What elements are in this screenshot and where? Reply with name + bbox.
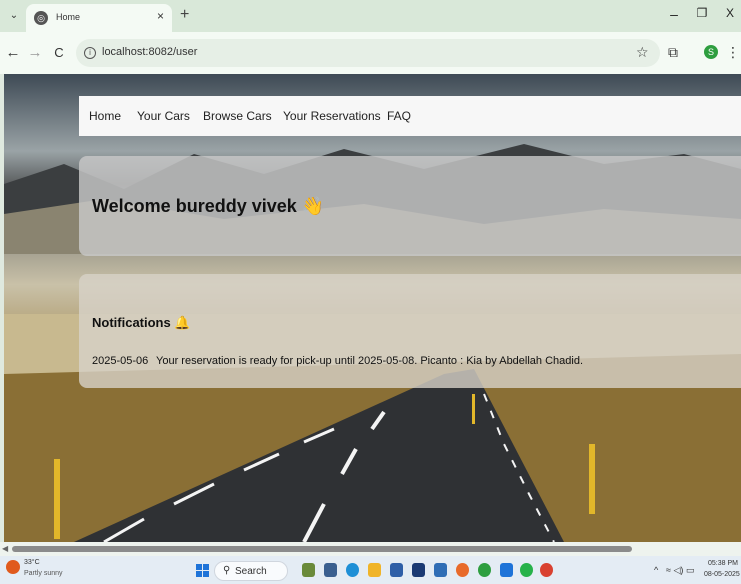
folder-icon[interactable] [368,563,381,577]
extensions-icon[interactable]: ⧉ [668,44,678,61]
tab-close-icon[interactable]: × [157,9,164,23]
edge-icon[interactable] [346,563,359,577]
reload-button[interactable]: C [50,44,68,62]
nav-faq[interactable]: FAQ [387,109,411,123]
clock-time[interactable]: 05:38 PM [708,560,738,567]
notifications-heading: Notifications 🔔 [92,315,191,330]
address-bar-row: ← → C i localhost:8082/user [0,32,741,74]
horizontal-scrollbar[interactable]: ◀ [0,542,741,556]
notification-message: Your reservation is ready for pick-up un… [156,355,584,367]
tray-overflow-icon[interactable]: ^ [654,565,658,575]
globe-icon: ◎ [34,11,48,25]
chrome-profile-icon[interactable] [478,563,491,577]
url-text[interactable]: localhost:8082/user [102,46,197,58]
forward-button[interactable]: → [26,44,44,62]
welcome-card: Welcome bureddy vivek 👋 [79,156,741,256]
amazon-icon[interactable] [434,563,447,577]
app-icon[interactable] [500,563,513,577]
tray-wifi-volume-icon[interactable]: ≈ ◁) ▭ [666,565,694,576]
browser-menu-icon[interactable]: ⋮ [726,44,740,61]
weather-icon[interactable] [6,560,20,574]
close-window-button[interactable]: X [720,6,740,20]
nav-your-cars[interactable]: Your Cars [137,109,190,123]
back-button[interactable]: ← [4,44,22,62]
bookmark-star-icon[interactable]: ☆ [636,44,649,61]
search-label: Search [235,566,267,577]
tab-search-dropdown-icon[interactable]: ⌄ [6,8,22,24]
restore-button[interactable]: ❐ [692,6,712,20]
scroll-left-arrow-icon[interactable]: ◀ [2,544,8,553]
tab-strip: ⌄ ◎ Home × + – ❐ X [0,0,741,32]
taskbar-search[interactable]: ⚲ Search [214,561,288,581]
taskview-icon[interactable] [324,563,337,577]
firefox-icon[interactable] [456,563,469,577]
notifications-card: Notifications 🔔 2025-05-06 Your reservat… [79,274,741,388]
store-icon[interactable] [390,563,403,577]
nav-home[interactable]: Home [89,109,121,123]
url-field[interactable]: i localhost:8082/user [76,39,660,67]
windows-start-icon[interactable] [196,564,210,578]
search-icon: ⚲ [223,565,231,576]
nav-your-reservations[interactable]: Your Reservations [283,109,381,123]
minimize-button[interactable]: – [664,6,684,22]
chrome-icon[interactable] [540,563,553,577]
weather-description[interactable]: Partly sunny [24,570,63,577]
top-navbar: Home Your Cars Browse Cars Your Reservat… [79,96,741,136]
file-explorer-icon[interactable] [302,563,315,577]
notification-date: 2025-05-06 [92,355,149,367]
nav-browse-cars[interactable]: Browse Cars [203,109,272,123]
os-taskbar: 33°C Partly sunny ⚲ Search ^ ≈ ◁) ▭ 05:3… [0,556,741,584]
scrollbar-thumb[interactable] [12,546,632,552]
dropbox-icon[interactable] [412,563,425,577]
new-tab-button[interactable]: + [180,6,189,24]
weather-temperature[interactable]: 33°C [24,559,40,566]
whatsapp-icon[interactable] [520,563,533,577]
clock-date[interactable]: 08-05-2025 [704,571,740,578]
welcome-heading: Welcome bureddy vivek 👋 [92,196,325,216]
page-viewport: Home Your Cars Browse Cars Your Reservat… [4,74,741,542]
profile-avatar[interactable]: S [704,45,718,59]
tab-title: Home [56,12,81,22]
site-info-icon[interactable]: i [84,47,96,59]
browser-tab-home[interactable]: ◎ Home × [26,4,172,32]
